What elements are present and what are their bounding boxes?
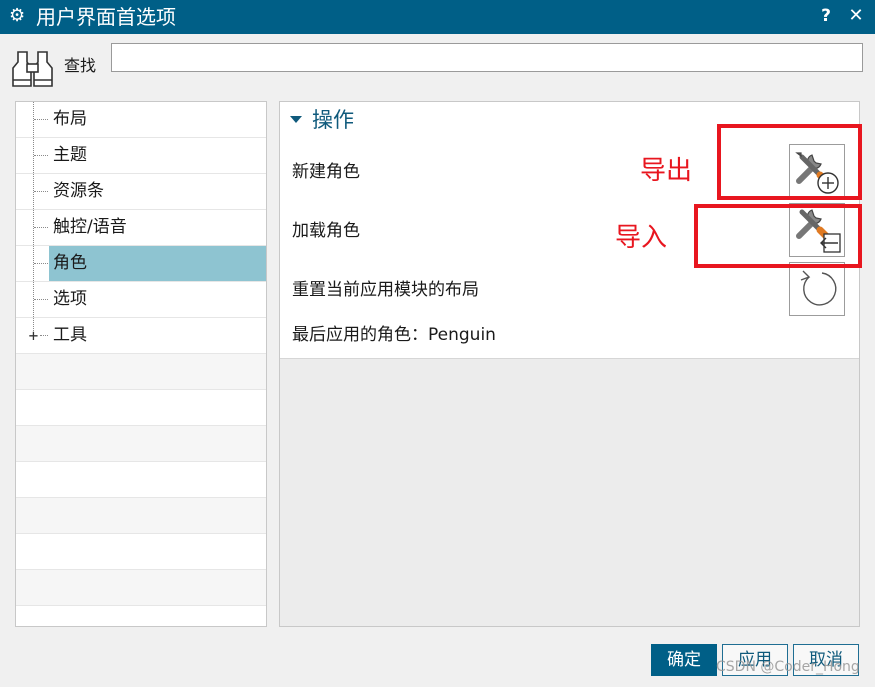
window-title: 用户界面首选项 xyxy=(36,5,176,29)
import-annotation-label: 导入 xyxy=(615,223,668,253)
tree-item-label: 选项 xyxy=(53,289,87,309)
load-role-label: 加载角色 xyxy=(292,221,360,241)
empty-row xyxy=(16,354,266,390)
tree-item-options[interactable]: 选项 xyxy=(16,282,266,318)
empty-row xyxy=(16,462,266,498)
tree-item-tools[interactable]: + 工具 xyxy=(16,318,266,354)
reset-icon xyxy=(800,270,837,306)
tree-item-touch-voice[interactable]: 触控/语音 xyxy=(16,210,266,246)
empty-row xyxy=(16,570,266,606)
import-annotation-box xyxy=(694,204,862,268)
tree-item-label: 资源条 xyxy=(53,181,104,201)
reset-layout-label: 重置当前应用模块的布局 xyxy=(292,280,479,300)
collapse-triangle-icon[interactable] xyxy=(289,113,303,127)
tree-item-label: 工具 xyxy=(53,325,87,345)
expand-icon[interactable]: + xyxy=(26,328,41,344)
reset-layout-button[interactable] xyxy=(789,262,845,316)
tree-item-label: 触控/语音 xyxy=(53,217,127,237)
last-role-text: 最后应用的角色：Penguin xyxy=(292,325,496,345)
new-role-label: 新建角色 xyxy=(292,162,360,182)
find-label: 查找 xyxy=(64,56,97,75)
tree-item-layout[interactable]: 布局 xyxy=(16,102,266,138)
category-tree: 布局 主题 资源条 触控/语音 角色 选项 + 工具 xyxy=(15,101,267,627)
search-input[interactable] xyxy=(111,43,863,72)
title-bar: ⚙ 用户界面首选项 ? ✕ xyxy=(0,0,875,34)
watermark: CSDN @Coder_Hong xyxy=(716,659,860,675)
tree-item-label: 布局 xyxy=(53,109,87,129)
tree-item-theme[interactable]: 主题 xyxy=(16,138,266,174)
section-title[interactable]: 操作 xyxy=(312,106,354,134)
binoculars-icon xyxy=(10,44,62,92)
help-button[interactable]: ? xyxy=(818,5,834,27)
empty-row xyxy=(16,534,266,570)
tree-connector xyxy=(34,263,48,264)
tree-connector xyxy=(34,155,48,156)
empty-row xyxy=(16,426,266,462)
empty-row xyxy=(16,498,266,534)
tree-item-label: 角色 xyxy=(49,246,266,281)
empty-row xyxy=(16,390,266,426)
tree-connector xyxy=(34,227,48,228)
export-annotation-box xyxy=(717,124,862,200)
tree-connector xyxy=(40,335,48,336)
tree-connector xyxy=(34,119,48,120)
empty-row xyxy=(16,606,266,626)
tree-item-label: 主题 xyxy=(53,145,87,165)
tree-item-roles[interactable]: 角色 xyxy=(16,246,266,282)
tree-connector xyxy=(34,299,48,300)
close-button[interactable]: ✕ xyxy=(847,5,865,27)
tree-connector xyxy=(34,191,48,192)
export-annotation-label: 导出 xyxy=(640,156,693,186)
gear-icon: ⚙ xyxy=(9,5,26,26)
tree-item-resource-bar[interactable]: 资源条 xyxy=(16,174,266,210)
ok-button[interactable]: 确定 xyxy=(651,644,717,676)
